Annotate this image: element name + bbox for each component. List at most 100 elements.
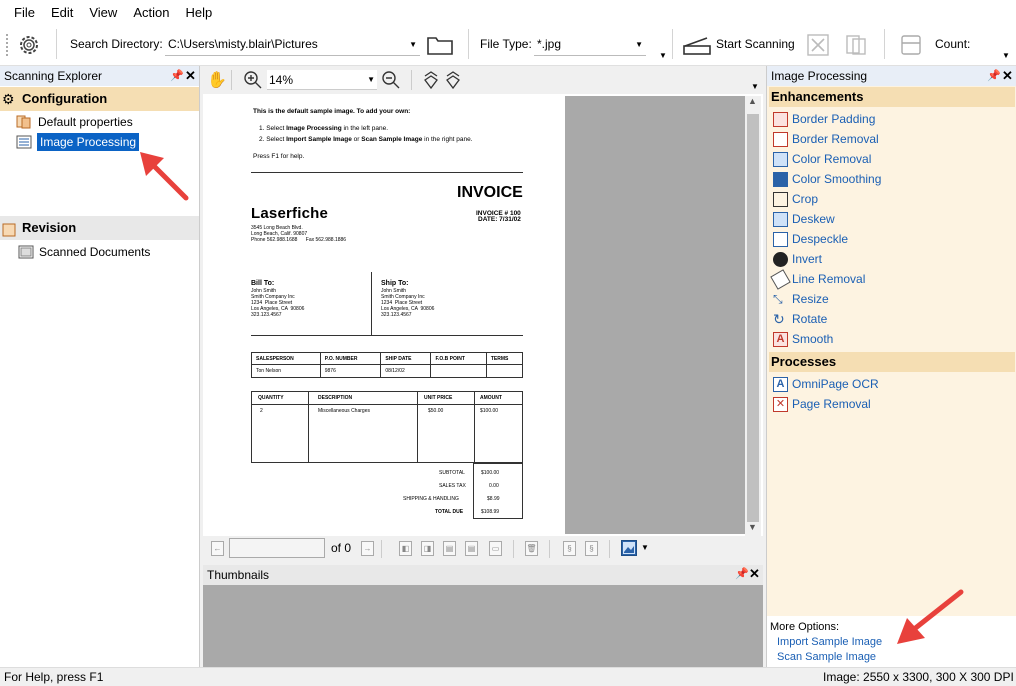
document-page: This is the default sample image. To add… xyxy=(205,96,565,534)
overflow-chevron-icon[interactable]: ▼ xyxy=(751,82,759,91)
intro-step-1: 1. Select Image Processing in the left p… xyxy=(259,125,389,132)
table-cell: 9876 xyxy=(319,364,382,378)
delete-page-icon[interactable]: 🗑 xyxy=(525,541,538,556)
cancel-scan-icon[interactable] xyxy=(806,33,830,57)
divider xyxy=(609,540,610,558)
move-page-up-icon[interactable]: ▤ xyxy=(443,541,456,556)
company-logo: Laserfiche xyxy=(251,205,329,222)
split-document-icon[interactable] xyxy=(844,33,870,57)
tree-item-default-properties[interactable]: Default properties xyxy=(16,113,133,131)
move-page-right-icon[interactable]: ◨ xyxy=(421,541,434,556)
close-icon[interactable]: ✕ xyxy=(185,66,196,86)
table-cell: 08/12/02 xyxy=(380,364,432,378)
image-processing-label: Image Processing xyxy=(37,133,140,151)
chevron-down-icon: ▼ xyxy=(635,40,643,49)
border-padding-link[interactable]: Border Padding xyxy=(773,110,875,128)
page-removal-link[interactable]: ✕ Page Removal xyxy=(773,395,871,413)
next-page-icon[interactable]: → xyxy=(361,541,374,556)
smooth-link[interactable]: A Smooth xyxy=(773,330,833,348)
search-directory-combo[interactable]: C:\Users\misty.blair\Pictures ▼ xyxy=(165,34,420,56)
rotate-left-icon[interactable] xyxy=(421,70,441,90)
divider xyxy=(308,392,309,462)
color-smoothing-link[interactable]: Color Smoothing xyxy=(773,170,881,188)
rotate-right-icon[interactable] xyxy=(443,70,463,90)
chevron-down-icon[interactable]: ▼ xyxy=(641,543,649,552)
totals-label: TOTAL DUE xyxy=(435,509,464,515)
scroll-up-icon[interactable]: ▲ xyxy=(748,96,757,106)
split-right-icon[interactable]: § xyxy=(585,541,598,556)
tree-item-scanned-documents[interactable]: Scanned Documents xyxy=(18,243,150,261)
file-type-combo[interactable]: *.jpg ▼ xyxy=(534,34,646,56)
vertical-scrollbar[interactable]: ▲ ▼ xyxy=(745,96,761,536)
scroll-down-icon[interactable]: ▼ xyxy=(748,522,757,532)
enhancements-section: Enhancements xyxy=(769,87,1015,107)
import-sample-image-link[interactable]: Import Sample Image xyxy=(777,636,882,648)
divider xyxy=(513,540,514,558)
overflow-chevron-icon[interactable]: ▼ xyxy=(659,51,667,60)
toolbar-grip xyxy=(6,34,8,56)
company-address: 3545 Long Beach Blvd. Long Beach, Calif.… xyxy=(251,225,347,243)
pin-icon[interactable]: 📌 xyxy=(170,66,184,86)
menu-bar: File Edit View Action Help xyxy=(0,0,1016,24)
table-header: SHIP DATE xyxy=(380,352,432,365)
zoom-in-icon[interactable] xyxy=(243,70,263,90)
resize-link[interactable]: ⤡ Resize xyxy=(773,290,829,308)
prev-page-icon[interactable]: ← xyxy=(211,541,224,556)
move-page-down-icon[interactable]: ▤ xyxy=(465,541,478,556)
scanning-explorer-panel: Scanning Explorer 📌 ✕ ⚙ Configuration De… xyxy=(0,66,200,667)
move-page-left-icon[interactable]: ◧ xyxy=(399,541,412,556)
crop-icon xyxy=(773,191,788,207)
eraser-icon xyxy=(770,268,791,290)
table-header: AMOUNT xyxy=(480,395,502,401)
bill-to-label: Bill To: xyxy=(251,280,275,287)
properties-icon xyxy=(16,115,32,129)
scan-sample-image-link[interactable]: Scan Sample Image xyxy=(777,651,876,663)
menu-action[interactable]: Action xyxy=(125,5,177,20)
enhancements-label: Enhancements xyxy=(771,89,864,104)
items-table: QUANTITY DESCRIPTION UNIT PRICE AMOUNT 2… xyxy=(251,391,523,463)
zoom-combo[interactable]: 14% ▼ xyxy=(267,70,377,90)
crop-link[interactable]: Crop xyxy=(773,190,818,208)
menu-file[interactable]: File xyxy=(6,5,43,20)
insert-page-icon[interactable]: ▭ xyxy=(489,541,502,556)
intro-title: This is the default sample image. To add… xyxy=(253,108,411,115)
rotate-link[interactable]: ↻ Rotate xyxy=(773,310,827,328)
totals-value: $8.99 xyxy=(487,496,500,502)
close-icon[interactable]: ✕ xyxy=(749,566,760,582)
split-left-icon[interactable]: § xyxy=(563,541,576,556)
counter-icon[interactable] xyxy=(898,33,924,57)
tree-item-image-processing[interactable]: Image Processing xyxy=(16,133,140,151)
scanner-icon[interactable] xyxy=(682,34,712,56)
gear-icon[interactable] xyxy=(16,32,42,58)
divider xyxy=(417,392,418,462)
start-scanning-button[interactable]: Start Scanning xyxy=(716,37,795,51)
invoice-date: DATE: 7/31/02 xyxy=(478,216,521,223)
pin-icon[interactable]: 📌 xyxy=(735,567,749,580)
link-label: Page Removal xyxy=(792,397,871,411)
scanning-explorer-header: Scanning Explorer 📌 ✕ xyxy=(0,66,199,86)
overflow-chevron-icon[interactable]: ▼ xyxy=(1002,51,1010,60)
line-removal-link[interactable]: Line Removal xyxy=(770,268,865,290)
zoom-out-icon[interactable] xyxy=(381,70,401,90)
configuration-group[interactable]: ⚙ Configuration xyxy=(0,87,199,111)
border-removal-link[interactable]: Border Removal xyxy=(773,130,879,148)
link-label: Smooth xyxy=(792,332,834,346)
invert-link[interactable]: Invert xyxy=(773,250,822,268)
revision-group[interactable]: Revision xyxy=(0,216,199,240)
close-icon[interactable]: ✕ xyxy=(1002,66,1013,86)
page-number-input[interactable] xyxy=(229,538,325,558)
folder-icon[interactable] xyxy=(426,33,454,57)
omnipage-ocr-link[interactable]: A OmniPage OCR xyxy=(773,375,879,393)
scrollbar-thumb[interactable] xyxy=(747,114,759,522)
despeckle-link[interactable]: Despeckle xyxy=(773,230,848,248)
table-header: TERMS xyxy=(485,352,524,365)
menu-help[interactable]: Help xyxy=(177,5,220,20)
image-view-icon[interactable] xyxy=(621,540,637,556)
menu-view[interactable]: View xyxy=(81,5,125,20)
hand-tool-icon[interactable]: ✋ xyxy=(207,70,227,90)
link-label: Resize xyxy=(792,292,829,306)
pin-icon[interactable]: 📌 xyxy=(987,66,1001,86)
menu-edit[interactable]: Edit xyxy=(43,5,81,20)
color-removal-link[interactable]: Color Removal xyxy=(773,150,871,168)
deskew-link[interactable]: Deskew xyxy=(773,210,835,228)
